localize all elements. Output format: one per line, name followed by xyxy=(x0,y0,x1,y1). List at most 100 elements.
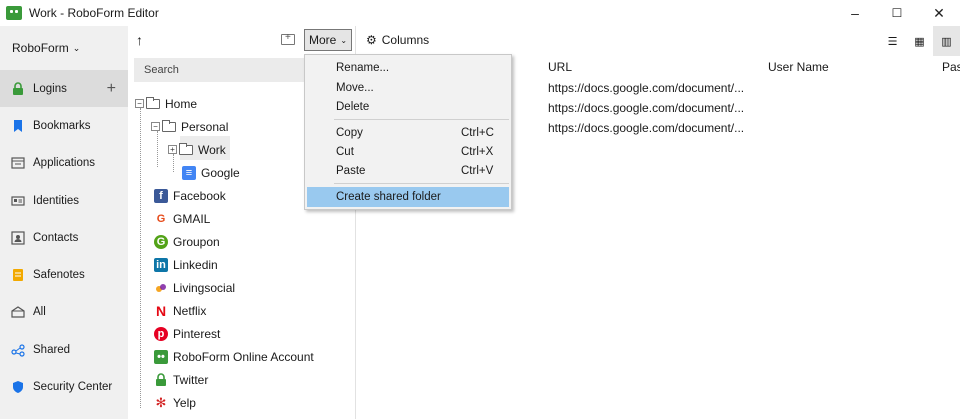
shield-icon xyxy=(11,380,25,394)
folder-icon xyxy=(179,142,193,155)
sidebar-item-contacts[interactable]: Contacts xyxy=(0,219,128,256)
add-login-icon[interactable]: + xyxy=(107,80,116,98)
tree-node-label: GMAIL xyxy=(173,211,211,226)
tree-node-label: Linkedin xyxy=(173,257,218,272)
collapse-toggle-icon[interactable]: − xyxy=(135,99,144,108)
columns-button[interactable]: ⚙ Columns xyxy=(366,33,429,47)
menu-item-create-shared-folder[interactable]: Create shared folder xyxy=(307,187,509,207)
close-button[interactable]: ✕ xyxy=(918,0,960,26)
tree-node-groupon[interactable]: G Groupon xyxy=(154,230,220,253)
tree-node-netflix[interactable]: N Netflix xyxy=(154,299,206,322)
menu-item-label: Delete xyxy=(336,101,370,113)
menu-item-move[interactable]: Move... xyxy=(307,78,509,98)
shortcut-label: Ctrl+C xyxy=(461,127,494,139)
sidebar-item-bookmarks[interactable]: Bookmarks xyxy=(0,107,128,144)
tree-node-linkedin[interactable]: in Linkedin xyxy=(154,253,218,276)
sidebar-item-security-center[interactable]: Security Center xyxy=(0,368,128,405)
google-g-icon: G xyxy=(156,212,166,225)
up-arrow-icon[interactable]: ↑ xyxy=(136,32,143,48)
tree-node-livingsocial[interactable]: Livingsocial xyxy=(154,276,235,299)
lock-icon xyxy=(154,372,168,387)
sidebar-item-all[interactable]: All xyxy=(0,294,128,331)
search-placeholder: Search xyxy=(144,64,179,76)
tree-node-personal[interactable]: − Personal xyxy=(151,115,228,138)
tree-node-twitter[interactable]: Twitter xyxy=(154,368,208,391)
expand-toggle-icon[interactable]: + xyxy=(168,145,177,154)
tree-node-label: Pinterest xyxy=(173,326,221,341)
menu-item-cut[interactable]: Cut Ctrl+X xyxy=(307,142,509,162)
sidebar-item-safenotes[interactable]: Safenotes xyxy=(0,256,128,293)
sidebar-item-label: All xyxy=(33,306,46,319)
sidebar-item-logins[interactable]: Logins + xyxy=(0,70,128,108)
tree-node-home[interactable]: − Home xyxy=(135,92,197,115)
tree-node-google[interactable]: ≡ Google xyxy=(182,161,240,184)
account-menu[interactable]: RoboForm ⌄ xyxy=(0,26,128,70)
facebook-icon: f xyxy=(154,188,168,203)
shortcut-label: Ctrl+V xyxy=(461,165,494,177)
sidebar-item-applications[interactable]: Applications xyxy=(0,145,128,182)
tree-node-work[interactable]: + Work xyxy=(168,138,226,161)
tree-node-label: Groupon xyxy=(173,234,220,249)
menu-item-label: Paste xyxy=(336,165,366,177)
collapse-toggle-icon[interactable]: − xyxy=(151,122,160,131)
pinterest-icon: p xyxy=(154,326,168,341)
tree-node-yelp[interactable]: ✻ Yelp xyxy=(154,391,196,414)
folder-icon xyxy=(162,119,176,132)
menu-item-label: Create shared folder xyxy=(336,191,441,203)
tree-node-gmail[interactable]: G GMAIL xyxy=(154,207,211,230)
column-header-username[interactable]: User Name xyxy=(768,60,829,74)
tree-node-facebook[interactable]: f Facebook xyxy=(154,184,226,207)
new-folder-icon[interactable] xyxy=(281,32,295,45)
table-row-url[interactable]: https://docs.google.com/document/... xyxy=(548,101,744,115)
sidebar-item-shared[interactable]: Shared xyxy=(0,331,128,368)
tree-node-pinterest[interactable]: p Pinterest xyxy=(154,322,220,345)
application-icon xyxy=(11,156,25,170)
sidebar: RoboForm ⌄ Logins + Bookmarks Applicatio… xyxy=(0,26,128,419)
menu-item-rename[interactable]: Rename... xyxy=(307,58,509,78)
sidebar-item-label: Identities xyxy=(33,194,80,207)
linkedin-icon: in xyxy=(154,257,168,272)
table-row-url[interactable]: https://docs.google.com/document/... xyxy=(548,121,744,135)
shared-icon xyxy=(11,343,25,357)
sidebar-item-identities[interactable]: Identities xyxy=(0,182,128,219)
columns-view-icon[interactable]: ▥ xyxy=(933,26,960,56)
grid-view-icon[interactable]: ▦ xyxy=(906,26,933,56)
document-icon: ≡ xyxy=(182,165,196,180)
column-header-password[interactable]: Pas xyxy=(942,60,960,74)
column-header-url[interactable]: URL xyxy=(548,60,572,74)
tree-node-label: Personal xyxy=(181,119,229,134)
view-switcher: ☰ ▦ ▥ xyxy=(879,26,960,56)
columns-label: Columns xyxy=(381,33,430,47)
menu-item-delete[interactable]: Delete xyxy=(307,97,509,117)
minimize-button[interactable]: – xyxy=(834,0,876,26)
more-button[interactable]: More ⌄ xyxy=(304,29,352,51)
groupon-icon: G xyxy=(154,234,168,249)
tree-connector xyxy=(140,108,141,408)
tree-node-label: Livingsocial xyxy=(173,280,236,295)
menu-item-copy[interactable]: Copy Ctrl+C xyxy=(307,123,509,143)
yelp-icon: ✻ xyxy=(155,394,167,410)
tree-node-label: Home xyxy=(165,96,198,111)
menu-separator xyxy=(334,183,509,184)
chevron-down-icon: ⌄ xyxy=(72,42,81,53)
sidebar-item-label: Security Center xyxy=(33,381,113,394)
maximize-button[interactable]: ☐ xyxy=(876,0,918,26)
tree-node-label: Facebook xyxy=(173,188,226,203)
table-row-url[interactable]: https://docs.google.com/document/... xyxy=(548,81,744,95)
sidebar-item-label: Shared xyxy=(33,343,71,356)
sidebar-item-label: Contacts xyxy=(33,231,79,244)
tree-node-label: Netflix xyxy=(173,303,207,318)
shortcut-label: Ctrl+X xyxy=(461,146,494,158)
more-label: More xyxy=(308,33,337,47)
folder-icon xyxy=(146,96,160,109)
list-view-icon[interactable]: ☰ xyxy=(879,26,906,56)
menu-item-label: Copy xyxy=(336,127,363,139)
menu-item-paste[interactable]: Paste Ctrl+V xyxy=(307,161,509,181)
tree-node-roboform-account[interactable]: •• RoboForm Online Account xyxy=(154,345,314,368)
menu-item-label: Cut xyxy=(336,146,354,158)
window-title: Work - RoboForm Editor xyxy=(29,6,159,20)
sidebar-item-label: Applications xyxy=(33,157,96,170)
account-label: RoboForm xyxy=(12,41,69,55)
tree-node-label: RoboForm Online Account xyxy=(173,349,314,364)
title-bar: Work - RoboForm Editor – ☐ ✕ xyxy=(0,0,960,26)
